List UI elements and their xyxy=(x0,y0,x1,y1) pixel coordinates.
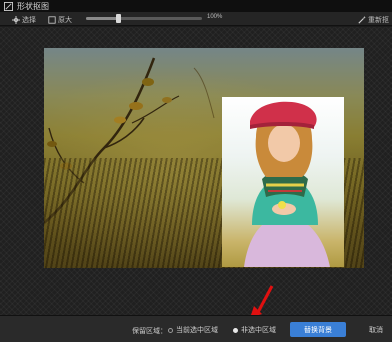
scissors-icon xyxy=(4,1,13,11)
toolbar: 选择 原大 100% 重新抠 xyxy=(0,12,392,26)
zoom-icon xyxy=(48,16,56,24)
move-icon xyxy=(12,16,20,24)
option-current-selection-label: 当前选中区域 xyxy=(176,327,218,334)
magic-wand-icon xyxy=(358,16,366,24)
title-bar: 形状抠图 xyxy=(0,0,392,12)
reset-cutout-button[interactable]: 重新抠 xyxy=(358,15,389,25)
window-title: 形状抠图 xyxy=(17,1,49,11)
keep-area-label: 保留区域： xyxy=(132,328,167,335)
select-tool-label: 选择 xyxy=(22,17,36,24)
option-unselected-area-radio[interactable]: 非选中区域 xyxy=(233,325,276,335)
radio-dot xyxy=(233,327,238,333)
zoom-slider[interactable] xyxy=(86,14,202,23)
selected-region[interactable] xyxy=(222,97,344,267)
bottom-bar: 保留区域： 当前选中区域 非选中区域 替换背景 取消 xyxy=(0,315,392,342)
reset-cutout-label: 重新抠 xyxy=(368,17,389,24)
girl-photo-image xyxy=(244,101,330,267)
zoom-slider-thumb[interactable] xyxy=(116,14,122,23)
cancel-button[interactable]: 取消 xyxy=(362,322,390,337)
replace-background-button[interactable]: 替换背景 xyxy=(290,322,346,337)
zoom-slider-fill xyxy=(86,17,119,20)
radio-dot xyxy=(168,327,173,333)
option-unselected-area-label: 非选中区域 xyxy=(241,327,276,334)
select-tool-button[interactable]: 选择 xyxy=(12,15,36,25)
zoom-original-button[interactable]: 原大 xyxy=(48,15,72,25)
zoom-value: 100% xyxy=(207,14,223,20)
option-current-selection-radio[interactable]: 当前选中区域 xyxy=(168,325,218,335)
zoom-original-label: 原大 xyxy=(58,17,72,24)
